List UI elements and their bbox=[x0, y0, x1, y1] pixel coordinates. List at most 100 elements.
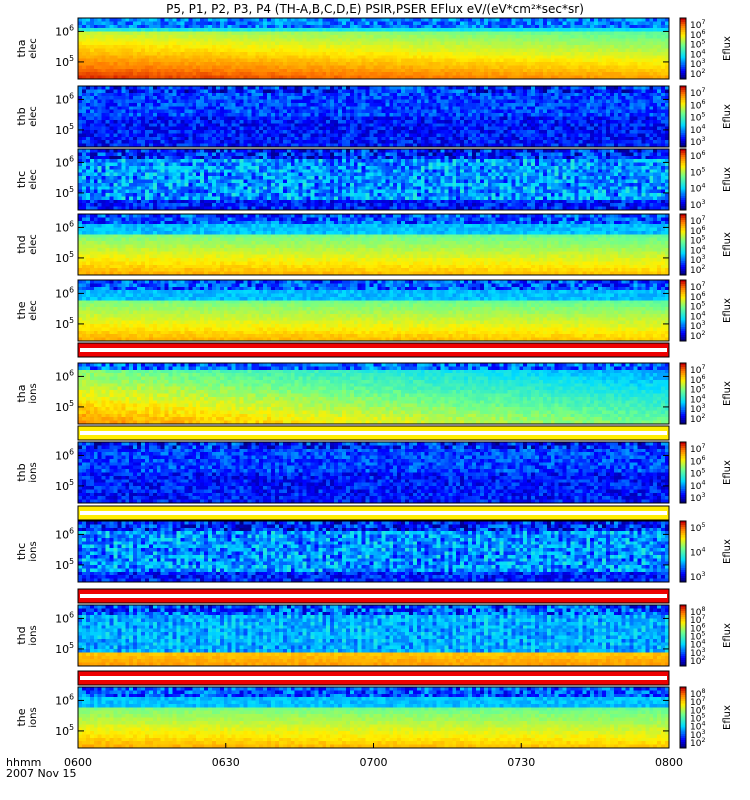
spectrogram-cell bbox=[554, 96, 559, 100]
spectrogram-cell bbox=[550, 119, 556, 124]
spectrogram-cell bbox=[353, 102, 359, 107]
spectrogram-cell bbox=[231, 140, 236, 144]
spectrogram-cell bbox=[519, 133, 524, 138]
spectrogram-cell bbox=[641, 65, 646, 70]
spectrogram-cell bbox=[452, 51, 457, 56]
spectrogram-cell bbox=[546, 68, 552, 73]
spectrogram-cell bbox=[468, 68, 473, 73]
spectrogram-cell bbox=[168, 24, 173, 29]
spectrogram-cell bbox=[373, 72, 378, 76]
spectrogram-cell bbox=[137, 38, 142, 43]
spectrogram-cell bbox=[535, 65, 540, 70]
spectrogram-cell bbox=[460, 99, 465, 104]
spectrogram-cell bbox=[322, 136, 327, 141]
spectrogram-cell bbox=[255, 48, 260, 53]
spectrogram-cell bbox=[609, 31, 615, 36]
spectrogram-cell bbox=[101, 58, 106, 63]
spectrogram-cell bbox=[542, 58, 548, 63]
spectrogram-cell bbox=[290, 123, 295, 127]
spectrogram-cell bbox=[326, 68, 331, 73]
spectrogram-cell bbox=[141, 31, 146, 36]
spectrogram-cell bbox=[586, 38, 591, 43]
spectrogram-cell bbox=[271, 140, 276, 144]
spectrogram-cell bbox=[515, 119, 520, 124]
spectrogram-cell bbox=[243, 41, 248, 46]
spectrogram-cell bbox=[271, 28, 276, 32]
spectrogram-cell bbox=[460, 18, 465, 22]
spectrogram-cell bbox=[357, 136, 362, 141]
spectrogram-cell bbox=[101, 55, 106, 59]
spectrogram-cell bbox=[405, 45, 410, 49]
spectrogram-cell bbox=[290, 133, 295, 138]
spectrogram-cell bbox=[247, 133, 252, 138]
spectrogram-cell bbox=[428, 96, 433, 100]
spectrogram-cell bbox=[578, 58, 583, 63]
spectrogram-cell bbox=[416, 140, 422, 144]
spectrogram-cell bbox=[507, 113, 512, 117]
spectrogram-cell bbox=[637, 62, 642, 66]
spectrogram-cell bbox=[468, 109, 473, 114]
spectrogram-cell bbox=[641, 34, 646, 39]
spectrogram-cell bbox=[247, 21, 252, 26]
spectrogram-cell bbox=[531, 45, 536, 49]
spectrogram-cell bbox=[353, 136, 359, 141]
spectrogram-cell bbox=[357, 130, 362, 134]
spectrogram-cell bbox=[78, 89, 83, 94]
spectrogram-cell bbox=[554, 55, 559, 59]
spectrogram-cell bbox=[239, 119, 244, 124]
spectrogram-cell bbox=[275, 99, 280, 104]
spectrogram-cell bbox=[152, 123, 158, 127]
spectrogram-cell bbox=[412, 55, 418, 59]
spectrogram-cell bbox=[511, 55, 516, 59]
spectrogram-cell bbox=[231, 45, 236, 49]
spectrogram-cell bbox=[578, 55, 583, 59]
spectrogram-cell bbox=[574, 51, 579, 56]
spectrogram-cell bbox=[515, 102, 520, 107]
spectrogram-cell bbox=[523, 119, 528, 124]
spectrogram-cell bbox=[456, 92, 461, 97]
spectrogram-cell bbox=[566, 65, 571, 70]
spectrogram-cell bbox=[101, 109, 106, 114]
spectrogram-cell bbox=[523, 116, 528, 121]
spectrogram-cell bbox=[318, 116, 323, 121]
spectrogram-cell bbox=[298, 106, 303, 111]
spectrogram-cell bbox=[227, 116, 232, 121]
spectrogram-cell bbox=[144, 119, 150, 124]
spectrogram-cell bbox=[428, 48, 433, 53]
spectrogram-cell bbox=[231, 136, 236, 141]
spectrogram-cell bbox=[448, 140, 453, 144]
spectrogram-cell bbox=[97, 41, 102, 46]
spectrogram-cell bbox=[511, 96, 516, 100]
spectrogram-cell bbox=[326, 133, 331, 138]
spectrogram-cell bbox=[538, 99, 544, 104]
spectrogram-cell bbox=[361, 41, 366, 46]
spectrogram-cell bbox=[456, 109, 461, 114]
spectrogram-cell bbox=[432, 140, 437, 144]
spectrogram-cell bbox=[152, 65, 158, 70]
spectrogram-cell bbox=[527, 99, 532, 104]
spectrogram-cell bbox=[204, 58, 209, 63]
spectrogram-cell bbox=[156, 86, 162, 90]
spectrogram-cell bbox=[109, 62, 114, 66]
spectrogram-cell bbox=[570, 34, 575, 39]
spectrogram-cell bbox=[152, 55, 158, 59]
spectrogram-cell bbox=[211, 116, 217, 121]
spectrogram-cell bbox=[554, 102, 559, 107]
spectrogram-cell bbox=[338, 24, 343, 29]
spectrogram-cell bbox=[223, 18, 229, 22]
spectrogram-cell bbox=[255, 140, 260, 144]
spectrogram-cell bbox=[275, 41, 280, 46]
spectrogram-cell bbox=[345, 140, 351, 144]
spectrogram-cell bbox=[251, 106, 256, 111]
spectrogram-cell bbox=[271, 86, 276, 90]
spectrogram-cell bbox=[85, 86, 91, 90]
spectrogram-cell bbox=[275, 62, 280, 66]
spectrogram-cell bbox=[448, 51, 453, 56]
spectrogram-cell bbox=[172, 48, 177, 53]
spectrogram-cell bbox=[298, 116, 303, 121]
spectrogram-cell bbox=[369, 24, 374, 29]
spectrogram-cell bbox=[267, 51, 272, 56]
spectrogram-cell bbox=[255, 24, 260, 29]
spectrogram-cell bbox=[294, 45, 299, 49]
spectrogram-cell bbox=[483, 99, 489, 104]
